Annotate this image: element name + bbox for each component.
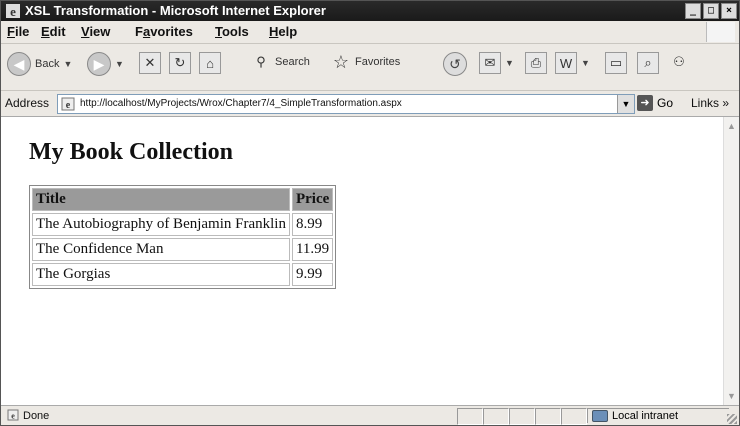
header-price: Price — [291, 188, 334, 211]
table-row: The Confidence Man 11.99 — [32, 238, 334, 261]
go-button[interactable]: ➜ Go — [637, 95, 673, 111]
history-icon: ↺ — [443, 52, 467, 76]
window-title: XSL Transformation - Microsoft Internet … — [25, 3, 326, 18]
back-label: Back — [35, 58, 60, 70]
search-label: Search — [275, 56, 310, 68]
address-bar: Address e http://localhost/MyProjects/Wr… — [1, 92, 739, 117]
edit-button[interactable]: W ▼ — [555, 52, 590, 74]
page-title: My Book Collection — [29, 139, 233, 165]
table-row: The Gorgias 9.99 — [32, 263, 334, 286]
mail-button[interactable]: ✉ ▼ — [479, 52, 514, 74]
book-price-cell: 8.99 — [291, 213, 334, 236]
discuss-button[interactable]: ▭ — [605, 52, 627, 74]
status-pane — [561, 408, 587, 425]
page-content: My Book Collection Title Price The Autob… — [1, 117, 723, 405]
edit-dropdown-icon[interactable]: ▼ — [581, 58, 590, 68]
status-text: Done — [23, 410, 50, 422]
page-icon: e — [61, 97, 75, 111]
svg-text:e: e — [10, 4, 16, 19]
status-pane — [483, 408, 509, 425]
status-pane — [535, 408, 561, 425]
browser-window: e XSL Transformation - Microsoft Interne… — [0, 0, 740, 426]
ie-logo-icon: e — [6, 4, 20, 19]
menu-favorites[interactable]: Favorites — [135, 24, 193, 39]
menu-bar: File Edit View Favorites Tools Help — [1, 21, 739, 44]
status-pane — [509, 408, 535, 425]
favorites-button[interactable]: ☆ Favorites — [331, 52, 400, 72]
stop-icon: ✕ — [139, 52, 161, 74]
book-title-cell: The Autobiography of Benjamin Franklin — [32, 213, 290, 236]
mail-dropdown-icon[interactable]: ▼ — [505, 58, 514, 68]
page-done-icon: e — [7, 409, 19, 421]
search-icon: ⚲ — [256, 54, 266, 69]
home-button[interactable]: ⌂ — [199, 52, 221, 74]
home-icon: ⌂ — [199, 52, 221, 74]
address-label: Address — [5, 96, 50, 110]
book-title-cell: The Gorgias — [32, 263, 290, 286]
menu-view[interactable]: View — [81, 24, 110, 39]
word-edit-icon: W — [555, 52, 577, 74]
go-arrow-icon: ➜ — [637, 95, 653, 111]
print-button[interactable]: ⎙ — [525, 52, 547, 74]
status-bar: e Done Local intranet — [1, 405, 739, 425]
search-button[interactable]: ⚲ Search — [251, 52, 310, 72]
forward-dropdown-icon[interactable]: ▼ — [115, 59, 124, 69]
zone-label: Local intranet — [612, 410, 679, 422]
svg-text:e: e — [11, 412, 15, 421]
close-button[interactable]: × — [721, 3, 737, 19]
research-icon: ⌕ — [637, 52, 659, 74]
table-header-row: Title Price — [32, 188, 334, 211]
history-button[interactable]: ↺ — [443, 52, 467, 76]
security-zone[interactable]: Local intranet — [587, 408, 729, 423]
scroll-down-icon[interactable]: ▼ — [727, 391, 736, 401]
messenger-icon: ⚇ — [673, 54, 685, 69]
address-dropdown-icon[interactable]: ▼ — [617, 95, 634, 113]
mail-icon: ✉ — [479, 52, 501, 74]
vertical-scrollbar[interactable]: ▲ ▼ — [723, 117, 739, 405]
intranet-icon — [592, 410, 608, 422]
discuss-icon: ▭ — [605, 52, 627, 74]
refresh-button[interactable]: ↻ — [169, 52, 191, 74]
menu-help[interactable]: Help — [269, 24, 297, 39]
go-label: Go — [657, 96, 674, 110]
back-arrow-icon: ◀ — [7, 52, 31, 76]
title-bar[interactable]: e XSL Transformation - Microsoft Interne… — [1, 1, 739, 21]
stop-button[interactable]: ✕ — [139, 52, 161, 74]
favorites-star-icon: ☆ — [332, 51, 350, 72]
book-price-cell: 11.99 — [291, 238, 334, 261]
back-dropdown-icon[interactable]: ▼ — [63, 59, 72, 69]
scroll-up-icon[interactable]: ▲ — [727, 121, 736, 131]
minimize-button[interactable]: _ — [685, 3, 701, 19]
links-button[interactable]: Links » — [691, 96, 729, 110]
header-title: Title — [32, 188, 290, 211]
address-url: http://localhost/MyProjects/Wrox/Chapter… — [80, 98, 402, 109]
forward-arrow-icon: ▶ — [87, 52, 111, 76]
menu-edit[interactable]: Edit — [41, 24, 66, 39]
address-input[interactable]: e http://localhost/MyProjects/Wrox/Chapt… — [57, 94, 635, 114]
research-button[interactable]: ⌕ — [637, 52, 659, 74]
print-icon: ⎙ — [525, 52, 547, 74]
standard-toolbar: ◀ Back ▼ ▶ ▼ ✕ ↻ ⌂ ⚲ Search ☆ Favorites … — [1, 44, 739, 91]
favorites-label: Favorites — [355, 56, 401, 68]
messenger-button[interactable]: ⚇ — [669, 52, 689, 72]
menu-file[interactable]: File — [7, 24, 29, 39]
book-table: Title Price The Autobiography of Benjami… — [29, 185, 337, 289]
table-row: The Autobiography of Benjamin Franklin 8… — [32, 213, 334, 236]
resize-grip-icon[interactable] — [727, 414, 737, 424]
book-title-cell: The Confidence Man — [32, 238, 290, 261]
windows-logo-icon — [706, 22, 735, 42]
refresh-icon: ↻ — [169, 52, 191, 74]
svg-text:e: e — [66, 100, 71, 111]
back-button[interactable]: ◀ Back ▼ — [7, 52, 72, 76]
menu-tools[interactable]: Tools — [215, 24, 249, 39]
status-pane — [457, 408, 483, 425]
maximize-button[interactable]: □ — [703, 3, 719, 19]
book-price-cell: 9.99 — [291, 263, 334, 286]
forward-button[interactable]: ▶ ▼ — [87, 52, 124, 76]
